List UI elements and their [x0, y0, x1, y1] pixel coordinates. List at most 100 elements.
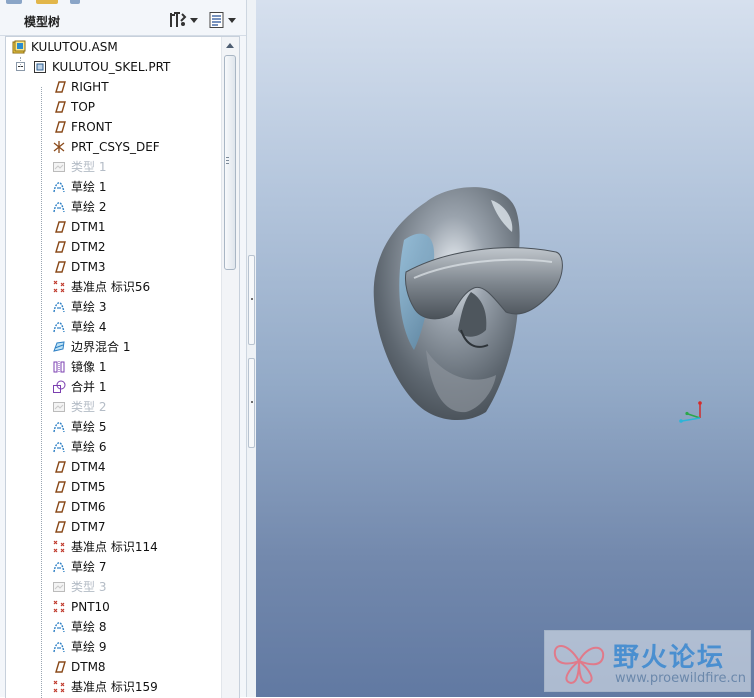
tree-item[interactable]: 草绘 4 [6, 317, 221, 337]
sketch-icon [53, 322, 65, 333]
tree-item[interactable]: DTM3 [6, 257, 221, 277]
tree-item-label: DTM7 [71, 520, 106, 534]
tree-item[interactable]: DTM7 [6, 517, 221, 537]
panel-tab[interactable] [36, 0, 58, 4]
tree-item-label: TOP [71, 100, 96, 114]
tree-item-label: DTM6 [71, 500, 106, 514]
tree-item[interactable]: 草绘 5 [6, 417, 221, 437]
tree-item[interactable]: 镜像 1 [6, 357, 221, 377]
tree-item[interactable]: 草绘 3 [6, 297, 221, 317]
show-menu-button[interactable] [206, 10, 238, 30]
tree-item-label: 草绘 4 [71, 320, 107, 334]
tree-item-label: RIGHT [71, 80, 109, 94]
tree-item[interactable]: TOP [6, 97, 221, 117]
sketch-icon [53, 182, 65, 193]
tree-item[interactable]: 合并 1 [6, 377, 221, 397]
show-icon [209, 12, 224, 28]
chevron-down-icon [228, 17, 236, 23]
tree-item[interactable]: DTM4 [6, 457, 221, 477]
tree-item[interactable]: 草绘 6 [6, 437, 221, 457]
tree-item[interactable]: 草绘 9 [6, 637, 221, 657]
sketch-icon [53, 642, 65, 653]
expand-handle[interactable] [248, 358, 255, 448]
tree-item[interactable]: DTM5 [6, 477, 221, 497]
tree-item[interactable]: 基准点 标识114 [6, 537, 221, 557]
3d-model-head[interactable] [366, 180, 576, 430]
tree-item[interactable]: 草绘 1 [6, 177, 221, 197]
tree-item[interactable]: FRONT [6, 117, 221, 137]
datum-plane-icon [55, 241, 66, 253]
settings-icon [170, 12, 187, 27]
tree-line [41, 87, 42, 698]
csys-icon [53, 141, 65, 153]
tree-item[interactable]: 边界混合 1 [6, 337, 221, 357]
tree-item-label: 草绘 6 [71, 440, 107, 454]
tree-item-label: PNT10 [71, 600, 110, 614]
tree-item-label: 基准点 标识114 [71, 540, 158, 554]
model-tree-panel: 模型树 KULUTOU.ASM KULUTOU_SKEL.PRT RIGHT T… [0, 0, 247, 698]
tree-root[interactable]: KULUTOU.ASM [6, 37, 221, 57]
tree-toolbar [166, 9, 238, 31]
watermark-url: www.proewildfire.cn [615, 671, 746, 686]
type-feature-icon [53, 582, 65, 592]
panel-title: 模型树 [24, 15, 61, 29]
tree-item[interactable]: 草绘 7 [6, 557, 221, 577]
datum-plane-icon [55, 501, 66, 513]
tree-item[interactable]: 基准点 标识159 [6, 677, 221, 697]
tree-item[interactable]: 草绘 2 [6, 197, 221, 217]
tree-item-label: 草绘 8 [71, 620, 107, 634]
settings-menu-button[interactable] [166, 10, 200, 30]
datum-plane-icon [55, 121, 66, 133]
datum-plane-icon [55, 481, 66, 493]
tree-item-label: 合并 1 [71, 380, 107, 394]
datum-plane-icon [55, 261, 66, 273]
tree-item-label: 边界混合 1 [71, 340, 131, 354]
type-feature-icon [53, 162, 65, 172]
tree-item-label: PRT_CSYS_DEF [71, 140, 160, 154]
tree-item-label: DTM4 [71, 460, 106, 474]
tree-item-label: 类型 3 [71, 580, 107, 594]
sketch-icon [53, 422, 65, 433]
tree-root-label: KULUTOU.ASM [31, 40, 118, 54]
part-icon [34, 61, 46, 73]
scroll-up-icon[interactable] [226, 43, 234, 48]
tree-item[interactable]: 类型 2 [6, 397, 221, 417]
collapse-handle[interactable] [248, 255, 255, 345]
assembly-icon [12, 40, 26, 54]
merge-icon [53, 380, 66, 393]
forum-watermark: 野火论坛 www.proewildfire.cn [544, 630, 751, 692]
tree-item[interactable]: DTM1 [6, 217, 221, 237]
tree-item-label: 草绘 5 [71, 420, 107, 434]
tree-item[interactable]: 草绘 8 [6, 617, 221, 637]
tree-rows: KULUTOU.ASM KULUTOU_SKEL.PRT RIGHT TOP FRO… [6, 37, 221, 697]
tree-part-label: KULUTOU_SKEL.PRT [52, 60, 171, 74]
graphics-viewport[interactable] [256, 0, 754, 697]
tree-item-label: 草绘 7 [71, 560, 107, 574]
tree-item[interactable]: 类型 1 [6, 157, 221, 177]
tree-item[interactable]: PNT10 [6, 597, 221, 617]
sketch-icon [53, 562, 65, 573]
tree-item[interactable]: DTM8 [6, 657, 221, 677]
tree-item[interactable]: DTM6 [6, 497, 221, 517]
datum-point-icon [53, 280, 65, 293]
boundary-blend-icon [53, 341, 65, 352]
panel-tab[interactable] [6, 0, 22, 4]
datum-plane-icon [55, 461, 66, 473]
sketch-icon [53, 442, 65, 453]
tree-item[interactable]: 类型 3 [6, 577, 221, 597]
tree-item-label: DTM8 [71, 660, 106, 674]
tree-item-label: DTM3 [71, 260, 106, 274]
tree-item-label: 草绘 1 [71, 180, 107, 194]
chevron-down-icon [190, 17, 198, 23]
tree-item[interactable]: RIGHT [6, 77, 221, 97]
tree-item[interactable]: 基准点 标识56 [6, 277, 221, 297]
panel-tab[interactable] [70, 0, 80, 4]
datum-plane-icon [55, 221, 66, 233]
datum-plane-icon [55, 101, 66, 113]
tree-item-label: DTM2 [71, 240, 106, 254]
tree-scrollbar[interactable] [221, 37, 239, 698]
datum-point-icon [53, 600, 65, 613]
tree-item[interactable]: PRT_CSYS_DEF [6, 137, 221, 157]
tree-part[interactable]: KULUTOU_SKEL.PRT [6, 57, 221, 77]
tree-item[interactable]: DTM2 [6, 237, 221, 257]
